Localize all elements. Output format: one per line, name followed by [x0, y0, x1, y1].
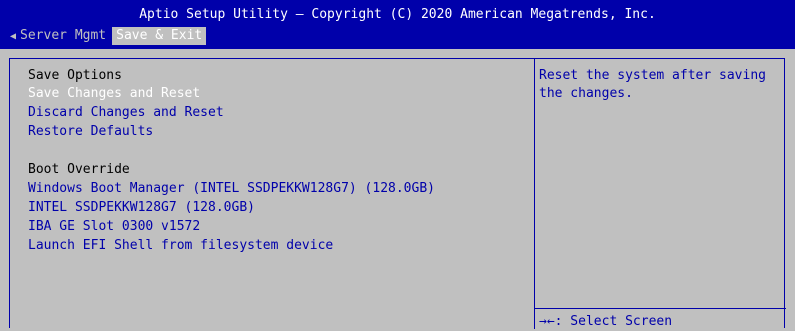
tab-save-exit[interactable]: Save & Exit — [112, 27, 207, 45]
tab-server-mgmt[interactable]: ◀ Server Mgmt — [6, 27, 110, 46]
boot-option-intel-ssd[interactable]: INTEL SSDPEKKW128G7 (128.0GB) — [28, 199, 255, 217]
boot-option-efi-shell[interactable]: Launch EFI Shell from filesystem device — [28, 237, 333, 255]
key-hint-select-screen: →←: Select Screen — [539, 314, 673, 329]
help-separator — [535, 308, 786, 309]
tab-save-exit-label: Save & Exit — [116, 28, 203, 43]
boot-option-windows-boot-manager[interactable]: Windows Boot Manager (INTEL SSDPEKKW128G… — [28, 180, 435, 198]
help-description-line2: the changes. — [539, 86, 633, 101]
boot-option-iba-ge-slot[interactable]: IBA GE Slot 0300 v1572 — [28, 218, 200, 236]
help-description-line1: Reset the system after saving — [539, 68, 766, 83]
app-title: Aptio Setup Utility – Copyright (C) 2020… — [139, 7, 656, 22]
main-panel: Save Options Save Changes and Reset Disc… — [9, 58, 786, 329]
section-heading-save-options: Save Options — [28, 68, 122, 83]
menu-item-discard-changes-reset[interactable]: Discard Changes and Reset — [28, 104, 224, 122]
tab-server-mgmt-label: Server Mgmt — [20, 27, 107, 43]
menu-item-restore-defaults[interactable]: Restore Defaults — [28, 123, 153, 141]
header-bar: Aptio Setup Utility – Copyright (C) 2020… — [0, 0, 795, 49]
section-heading-boot-override: Boot Override — [28, 162, 130, 177]
triangle-left-icon: ◀ — [10, 30, 17, 42]
tab-bar: ◀ Server Mgmt Save & Exit — [6, 27, 207, 46]
menu-item-save-changes-reset[interactable]: Save Changes and Reset — [28, 85, 200, 103]
panel-divider — [534, 59, 535, 329]
